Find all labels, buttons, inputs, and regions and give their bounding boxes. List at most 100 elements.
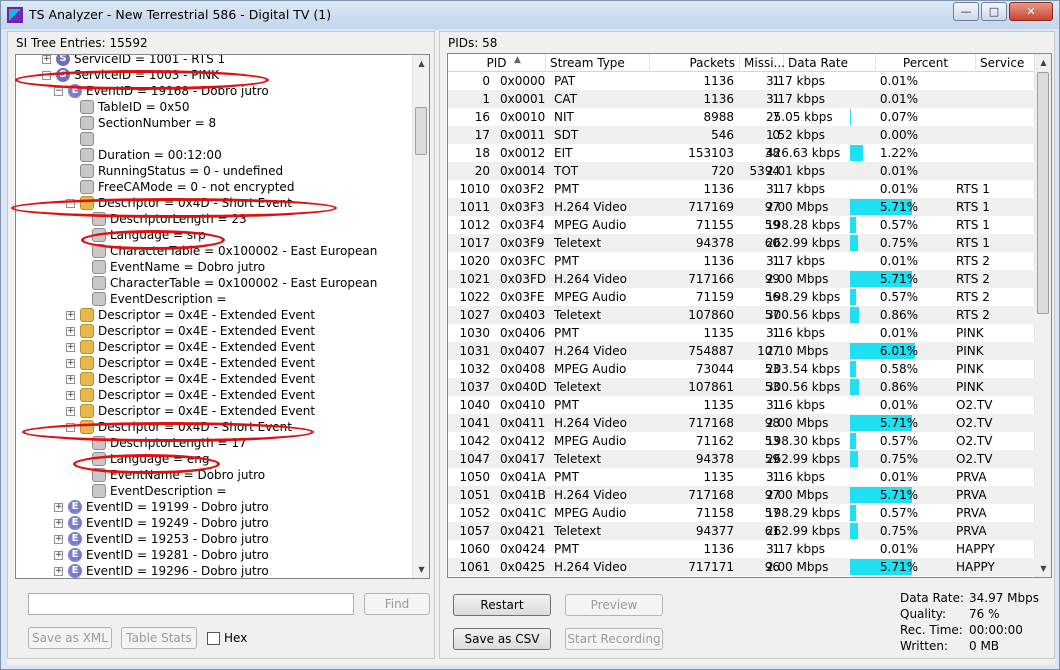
- column-header[interactable]: Missi...: [740, 54, 785, 72]
- scroll-down-arrow-icon[interactable]: ▼: [1035, 560, 1051, 577]
- table-row[interactable]: 17 0x0011 SDT 546 0 1.52 kbps 0.00%: [448, 126, 1036, 144]
- tree-node[interactable]: TableID = 0x50: [16, 99, 414, 115]
- table-row[interactable]: 1061 0x0425 H.264 Video 717171 96 2.00 Mbps 5.…: [448, 558, 1036, 576]
- table-row[interactable]: 1052 0x041C MPEG Audio 71158 57 198.29 kbps 0.…: [448, 504, 1036, 522]
- tree-node[interactable]: + S ServiceID = 1001 - RTS 1: [16, 55, 414, 67]
- start-recording-button[interactable]: Start Recording: [565, 628, 663, 650]
- table-row[interactable]: 1012 0x03F4 MPEG Audio 71155 59 198.28 kbps 0.…: [448, 216, 1036, 234]
- table-scrollbar[interactable]: ▲ ▼: [1034, 54, 1051, 577]
- collapse-icon[interactable]: −: [54, 87, 63, 96]
- tree-scrollbar[interactable]: ▲ ▼: [412, 55, 429, 578]
- table-scroll-thumb[interactable]: [1037, 72, 1049, 314]
- table-row[interactable]: 1060 0x0424 PMT 1136 1 3.17 kbps 0.01% HAPPY: [448, 540, 1036, 558]
- column-header[interactable]: Service: [976, 54, 1036, 72]
- expand-icon[interactable]: +: [54, 567, 63, 576]
- maximize-button[interactable]: □: [981, 2, 1007, 21]
- tree-scroll-thumb[interactable]: [415, 107, 427, 155]
- hex-checkbox[interactable]: [207, 632, 220, 645]
- table-row[interactable]: 1030 0x0406 PMT 1135 1 3.16 kbps 0.01% PINK: [448, 324, 1036, 342]
- minimize-button[interactable]: —: [953, 2, 979, 21]
- tree-node[interactable]: + Descriptor = 0x4E - Extended Event: [16, 355, 414, 371]
- tree-node[interactable]: + Descriptor = 0x4E - Extended Event: [16, 307, 414, 323]
- tree-node-label: EventID = 19253 - Dobro jutro: [86, 532, 269, 546]
- tree-node[interactable]: EventDescription =: [16, 291, 414, 307]
- column-header[interactable]: PID: [448, 54, 546, 72]
- table-row[interactable]: 1017 0x03F9 Teletext 94378 60 262.99 kbps 0.75…: [448, 234, 1036, 252]
- table-row[interactable]: 1040 0x0410 PMT 1135 1 3.16 kbps 0.01% O2.TV: [448, 396, 1036, 414]
- expand-icon[interactable]: +: [54, 503, 63, 512]
- tree-node[interactable]: SectionNumber = 8: [16, 115, 414, 131]
- table-stats-button[interactable]: Table Stats: [121, 627, 197, 649]
- table-row[interactable]: 1011 0x03F3 H.264 Video 717169 97 2.00 Mbps 5.…: [448, 198, 1036, 216]
- tree-node[interactable]: + Descriptor = 0x4E - Extended Event: [16, 387, 414, 403]
- preview-button[interactable]: Preview: [565, 594, 663, 616]
- tree-node[interactable]: + Descriptor = 0x4E - Extended Event: [16, 323, 414, 339]
- expand-icon[interactable]: +: [66, 343, 75, 352]
- table-row[interactable]: 20 0x0014 TOT 720 5394 2.01 kbps 0.01%: [448, 162, 1036, 180]
- cell-service: O2.TV: [956, 416, 993, 430]
- tree-node[interactable]: + E EventID = 19199 - Dobro jutro: [16, 499, 414, 515]
- expand-icon[interactable]: +: [42, 55, 51, 64]
- tree-node[interactable]: + Descriptor = 0x4E - Extended Event: [16, 371, 414, 387]
- table-row[interactable]: 1020 0x03FC PMT 1136 1 3.17 kbps 0.01% RTS 2: [448, 252, 1036, 270]
- expand-icon[interactable]: +: [54, 535, 63, 544]
- save-as-xml-button[interactable]: Save as XML: [28, 627, 112, 649]
- scroll-down-arrow-icon[interactable]: ▼: [413, 561, 429, 578]
- tree-node[interactable]: + E EventID = 19249 - Dobro jutro: [16, 515, 414, 531]
- tree-node[interactable]: Duration = 00:12:00: [16, 147, 414, 163]
- column-header[interactable]: Packets: [650, 54, 740, 72]
- expand-icon[interactable]: +: [54, 551, 63, 560]
- tree-node[interactable]: + Descriptor = 0x4E - Extended Event: [16, 339, 414, 355]
- expand-icon[interactable]: +: [66, 407, 75, 416]
- expand-icon[interactable]: +: [66, 391, 75, 400]
- table-row[interactable]: 1031 0x0407 H.264 Video 754887 107 2.10 Mbps 6…: [448, 342, 1036, 360]
- find-input[interactable]: [28, 593, 354, 615]
- save-as-csv-button[interactable]: Save as CSV: [453, 628, 551, 650]
- scroll-up-arrow-icon[interactable]: ▲: [413, 55, 429, 72]
- event-icon: E: [68, 516, 82, 530]
- column-header[interactable]: Percent: [876, 54, 976, 72]
- table-row[interactable]: 1010 0x03F2 PMT 1136 1 3.17 kbps 0.01% RTS 1: [448, 180, 1036, 198]
- table-row[interactable]: 1027 0x0403 Teletext 107860 57 300.56 kbps 0.8…: [448, 306, 1036, 324]
- table-row[interactable]: 1032 0x0408 MPEG Audio 73044 53 203.54 kbps 0.…: [448, 360, 1036, 378]
- tree-node[interactable]: CharacterTable = 0x100002 - East Europea…: [16, 243, 414, 259]
- column-header[interactable]: Stream Type: [546, 54, 650, 72]
- table-row[interactable]: 1041 0x0411 H.264 Video 717168 98 2.00 Mbps 5.…: [448, 414, 1036, 432]
- table-row[interactable]: 1047 0x0417 Teletext 94378 59 262.99 kbps 0.75…: [448, 450, 1036, 468]
- expand-icon[interactable]: +: [66, 311, 75, 320]
- expand-icon[interactable]: +: [54, 519, 63, 528]
- tree-node[interactable]: EventName = Dobro jutro: [16, 467, 414, 483]
- tree-node[interactable]: + E EventID = 19253 - Dobro jutro: [16, 531, 414, 547]
- tree-node[interactable]: [16, 131, 414, 147]
- tree-node[interactable]: + E EventID = 19281 - Dobro jutro: [16, 547, 414, 563]
- expand-icon[interactable]: +: [66, 359, 75, 368]
- scroll-up-arrow-icon[interactable]: ▲: [1035, 54, 1051, 71]
- close-button[interactable]: ✕: [1009, 2, 1053, 21]
- tree-node[interactable]: EventName = Dobro jutro: [16, 259, 414, 275]
- pid-table[interactable]: PID Stream Type Packets Missi... Data Rate Pe…: [447, 53, 1052, 578]
- table-row[interactable]: 1050 0x041A PMT 1135 1 3.16 kbps 0.01% PRVA: [448, 468, 1036, 486]
- table-row[interactable]: 1021 0x03FD H.264 Video 717166 99 2.00 Mbps 5.…: [448, 270, 1036, 288]
- table-row[interactable]: 16 0x0010 NIT 8988 7 25.05 kbps 0.07%: [448, 108, 1036, 126]
- table-row[interactable]: 1051 0x041B H.264 Video 717168 97 2.00 Mbps 5.…: [448, 486, 1036, 504]
- table-row[interactable]: 0 0x0000 PAT 1136 1 3.17 kbps 0.01%: [448, 72, 1036, 90]
- column-header[interactable]: Data Rate: [784, 54, 876, 72]
- table-row[interactable]: 1022 0x03FE MPEG Audio 71159 56 198.29 kbps 0.…: [448, 288, 1036, 306]
- tree-node[interactable]: + Descriptor = 0x4E - Extended Event: [16, 403, 414, 419]
- expand-icon[interactable]: +: [66, 375, 75, 384]
- tree-node[interactable]: + E EventID = 19296 - Dobro jutro: [16, 563, 414, 578]
- find-button[interactable]: Find: [364, 593, 430, 615]
- table-row[interactable]: 1042 0x0412 MPEG Audio 71162 53 198.30 kbps 0.…: [448, 432, 1036, 450]
- tree-node[interactable]: EventDescription =: [16, 483, 414, 499]
- tree-node[interactable]: CharacterTable = 0x100002 - East Europea…: [16, 275, 414, 291]
- restart-button[interactable]: Restart: [453, 594, 551, 616]
- expand-icon[interactable]: +: [66, 327, 75, 336]
- table-row[interactable]: 1037 0x040D Teletext 107861 53 300.56 kbps 0.8…: [448, 378, 1036, 396]
- cell-pid-hex: 0x03FE: [500, 290, 545, 304]
- si-tree[interactable]: + E EventID = 19296 - Dobro jutro + E EventID…: [15, 54, 430, 579]
- table-row[interactable]: 1 0x0001 CAT 1136 1 3.17 kbps 0.01%: [448, 90, 1036, 108]
- tree-node[interactable]: FreeCAMode = 0 - not encrypted: [16, 179, 414, 195]
- table-row[interactable]: 1057 0x0421 Teletext 94377 61 262.99 kbps 0.75…: [448, 522, 1036, 540]
- table-row[interactable]: 18 0x0012 EIT 153103 38 426.63 kbps 1.22%: [448, 144, 1036, 162]
- tree-node[interactable]: RunningStatus = 0 - undefined: [16, 163, 414, 179]
